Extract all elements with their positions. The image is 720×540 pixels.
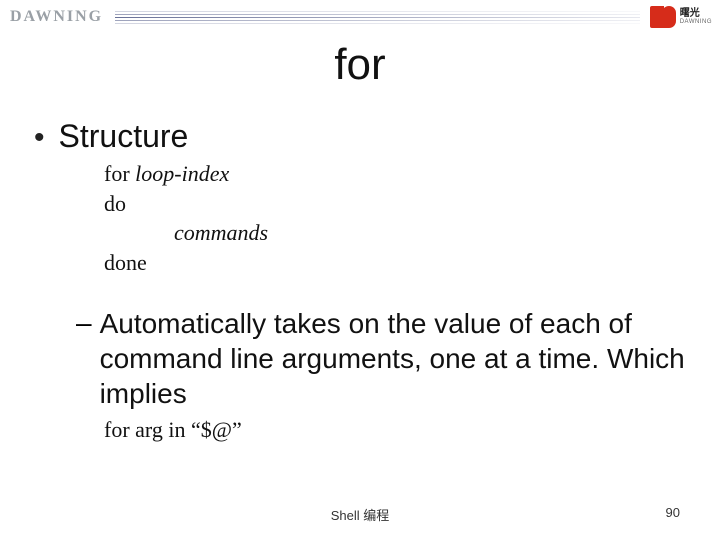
implies-code-line: for arg in “$@” [104,417,686,443]
code-kw-for: for [104,161,135,186]
bullet-marker-icon: • [34,123,45,153]
dash-item: – Automatically takes on the value of ea… [76,306,686,411]
dash-marker-icon: – [76,306,92,340]
header-rule [115,10,640,24]
footer-label: Shell 编程 [331,505,390,524]
bullet-item: • Structure [34,118,686,155]
logo-mark-icon [650,6,676,28]
code-var-loop-index: loop-index [135,161,229,186]
logo-cn: 曙光 [680,9,712,19]
brand-wordmark: DAWNING [10,8,103,26]
logo-en: DAWNING [680,19,712,25]
slide-content: • Structure for loop-index do commands d… [0,90,720,443]
dash-text: Automatically takes on the value of each… [100,306,686,411]
slide-footer: Shell 编程 90 [0,505,720,524]
code-line-1: for loop-index [104,159,686,189]
page-number: 90 [666,505,680,520]
code-line-3: commands [104,218,686,248]
slide-header: DAWNING 曙光 DAWNING [0,0,720,34]
structure-code-block: for loop-index do commands done [104,159,686,278]
logo-text: 曙光 DAWNING [680,9,712,25]
bullet-label: Structure [59,118,189,155]
code-line-2: do [104,189,686,219]
brand-logo: 曙光 DAWNING [650,6,712,28]
slide-title: for [0,40,720,90]
code-line-4: done [104,248,686,278]
